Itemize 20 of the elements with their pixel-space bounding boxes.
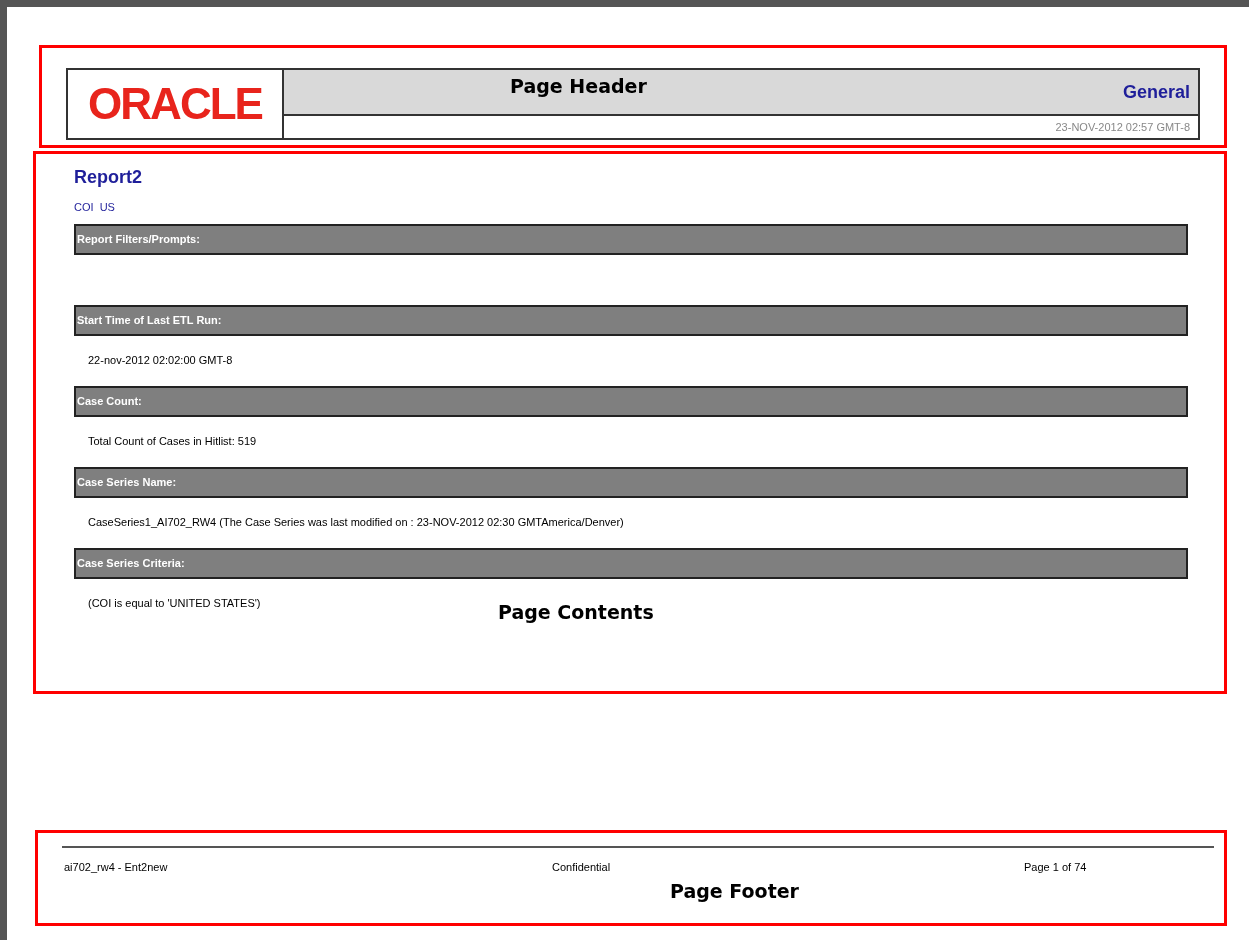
page-number: Page 1 of 74 xyxy=(1024,860,1087,875)
section-heading: Case Series Name: xyxy=(74,466,1188,498)
annotation-label: Page Footer xyxy=(670,879,799,904)
footer-text: Confidential xyxy=(552,860,612,875)
footer-text: ai702_rw4 - Ent2new xyxy=(64,860,169,875)
logo: ORACLE xyxy=(88,82,262,126)
section-heading: Start Time of Last ETL Run: xyxy=(74,304,1188,336)
report-subtitle: COI US xyxy=(74,200,116,215)
timestamp: 23-NOV-2012 02:57 GMT-8 xyxy=(1055,119,1190,135)
section-heading: Report Filters/Prompts: xyxy=(74,223,1188,255)
section-heading: Case Count: xyxy=(74,385,1188,417)
section-value: CaseSeries1_AI702_RW4 (The Case Series was last modified on : 23-NOV-2012 02:30 GMTAmerica/Denver) xyxy=(88,515,624,531)
section-heading: Case Series Criteria: xyxy=(74,547,1188,579)
section-value: 22-nov-2012 02:02:00 GMT-8 xyxy=(88,353,233,369)
annotation-label: Page Contents xyxy=(498,600,654,625)
section-value: (COI is equal to 'UNITED STATES') xyxy=(88,596,261,612)
report-title: Report2 xyxy=(74,166,143,189)
section-value: Total Count of Cases in Hitlist: 519 xyxy=(88,434,257,450)
annotation-label: Page Header xyxy=(510,74,647,99)
category-title: General xyxy=(1122,81,1190,104)
